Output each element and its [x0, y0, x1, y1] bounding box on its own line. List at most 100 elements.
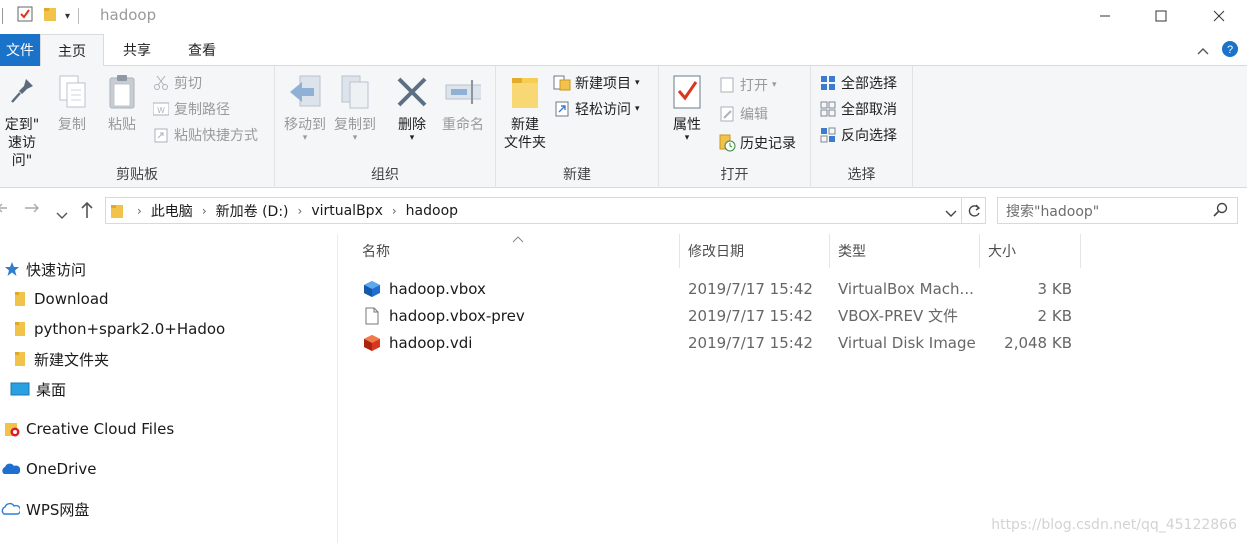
file-modified: 2019/7/17 15:42: [688, 279, 813, 298]
clipboard-group-label: 剪贴板: [116, 167, 158, 183]
move-to-button[interactable]: 移动到 ▾: [280, 72, 330, 143]
quick-access-toolbar: ▾: [2, 6, 80, 26]
new-item-button[interactable]: 新建项目 ▾: [553, 72, 640, 94]
easy-access-icon: [553, 100, 571, 118]
onedrive-cloud-icon: [0, 461, 20, 477]
history-button[interactable]: 历史记录: [718, 132, 796, 154]
easy-access-button[interactable]: 轻松访问 ▾: [553, 98, 640, 120]
tab-home[interactable]: 主页: [40, 34, 104, 67]
select-none-button[interactable]: 全部取消: [819, 98, 897, 120]
sidebar-item-quick-access[interactable]: 快速访问: [4, 257, 86, 281]
open-button[interactable]: 打开 ▾: [718, 74, 777, 96]
watermark: https://blog.csdn.net/qq_45122866: [991, 517, 1237, 533]
search-placeholder: 搜索"hadoop": [1006, 203, 1100, 220]
breadcrumb-virtualbpx[interactable]: virtualBpx: [311, 203, 383, 219]
file-type: VirtualBox Mach...: [838, 279, 974, 298]
file-row[interactable]: hadoop.vdi 2019/7/17 15:42 Virtual Disk …: [339, 329, 1247, 356]
open-group-label: 打开: [720, 167, 749, 183]
help-icon[interactable]: ?: [1221, 40, 1239, 62]
sidebar-item-wps-drive[interactable]: WPS网盘: [0, 497, 89, 521]
breadcrumb-separator[interactable]: ›: [298, 204, 303, 218]
dropdown-arrow-icon: ▾: [635, 78, 640, 88]
new-group: 新建 文件夹 新建项目 ▾ 轻松访问 ▾ 新建: [496, 66, 659, 188]
recent-locations-chevron-icon[interactable]: [56, 205, 68, 224]
breadcrumb-drive-d[interactable]: 新加卷 (D:): [216, 201, 289, 221]
ribbon-tabs: 文件 主页 共享 查看 ?: [0, 32, 1247, 67]
ribbon: 定到" 速访问" 复制 粘贴 剪切 W 复制路径 粘贴快捷方式 剪贴板 移动到 …: [0, 66, 1247, 188]
folder-icon: [507, 72, 543, 112]
scissors-icon: [152, 74, 170, 92]
search-icon[interactable]: [1213, 202, 1229, 222]
new-folder-button[interactable]: 新建 文件夹: [500, 72, 550, 152]
dropdown-arrow-icon: ▾: [302, 133, 308, 143]
open-file-icon: [718, 76, 736, 94]
copy-path-icon: W: [152, 100, 170, 118]
delete-button[interactable]: 删除 ▾: [390, 72, 434, 143]
customize-toolbar-icon[interactable]: ▾: [65, 11, 70, 22]
dropdown-arrow-icon: ▾: [635, 104, 640, 114]
star-icon: [4, 261, 20, 277]
invert-selection-button[interactable]: 反向选择: [819, 124, 897, 146]
close-button[interactable]: [1196, 0, 1242, 32]
address-dropdown-icon[interactable]: [945, 206, 957, 222]
properties-quick-icon[interactable]: [17, 6, 33, 26]
rename-button[interactable]: 重命名: [438, 72, 488, 134]
refresh-button[interactable]: [962, 197, 986, 224]
copy-to-icon: [337, 72, 373, 112]
edit-button[interactable]: 编辑: [718, 103, 768, 125]
edit-icon: [718, 105, 736, 123]
select-all-button[interactable]: 全部选择: [819, 72, 897, 94]
paste-shortcut-icon: [152, 126, 170, 144]
breadcrumb-hadoop[interactable]: hadoop: [406, 203, 458, 219]
file-modified: 2019/7/17 15:42: [688, 333, 813, 352]
breadcrumb-separator[interactable]: ›: [202, 204, 207, 218]
copy-button[interactable]: 复制: [52, 72, 92, 134]
sidebar-item-download[interactable]: Download: [12, 287, 109, 311]
sidebar-item-python-spark[interactable]: python+spark2.0+Hadoo: [12, 317, 225, 341]
file-row[interactable]: hadoop.vbox-prev 2019/7/17 15:42 VBOX-PR…: [339, 302, 1247, 329]
breadcrumb-this-pc[interactable]: 此电脑: [151, 201, 193, 221]
sidebar-item-desktop[interactable]: 桌面: [10, 377, 66, 401]
paste-button[interactable]: 粘贴: [102, 72, 142, 134]
rename-icon: [445, 72, 481, 112]
cut-button[interactable]: 剪切: [152, 72, 202, 94]
file-row[interactable]: hadoop.vbox 2019/7/17 15:42 VirtualBox M…: [339, 275, 1247, 302]
invert-selection-icon: [819, 126, 837, 144]
navigation-pane: 快速访问 Download python+spark2.0+Hadoo 新建文件…: [0, 234, 338, 543]
column-header-type[interactable]: 类型: [830, 234, 980, 268]
new-item-icon: [553, 74, 571, 92]
dropdown-arrow-icon: ▾: [352, 133, 358, 143]
column-header-size[interactable]: 大小: [980, 234, 1081, 268]
tab-file[interactable]: 文件: [0, 34, 40, 66]
tab-view[interactable]: 查看: [170, 34, 234, 66]
file-modified: 2019/7/17 15:42: [688, 306, 813, 325]
copy-to-button[interactable]: 复制到 ▾: [330, 72, 380, 143]
column-header-name[interactable]: 名称: [354, 234, 680, 268]
sidebar-item-onedrive[interactable]: OneDrive: [0, 457, 97, 481]
tab-share[interactable]: 共享: [105, 34, 169, 66]
properties-checklist-icon: [669, 72, 705, 112]
properties-button[interactable]: 属性 ▾: [665, 72, 709, 143]
pin-icon: [4, 72, 40, 112]
back-arrow-icon[interactable]: [0, 200, 8, 219]
forward-arrow-icon[interactable]: [24, 200, 40, 219]
breadcrumb-separator[interactable]: ›: [137, 204, 142, 218]
file-size: 3 KB: [1037, 279, 1072, 298]
navigation-bar: › 此电脑 › 新加卷 (D:) › virtualBpx › hadoop 搜…: [0, 188, 1247, 234]
sidebar-item-creative-cloud[interactable]: Creative Cloud Files: [4, 417, 174, 441]
search-input[interactable]: 搜索"hadoop": [997, 197, 1238, 224]
copy-icon: [54, 72, 90, 112]
pin-quick-access-button[interactable]: 定到" 速访问": [0, 72, 46, 170]
maximize-button[interactable]: [1138, 0, 1184, 32]
breadcrumb-separator[interactable]: ›: [392, 204, 397, 218]
new-folder-quick-icon[interactable]: [43, 6, 57, 26]
column-header-modified[interactable]: 修改日期: [680, 234, 830, 268]
collapse-ribbon-icon[interactable]: [1197, 44, 1209, 59]
minimize-button[interactable]: [1082, 0, 1128, 32]
copy-path-button[interactable]: W 复制路径: [152, 98, 230, 120]
sidebar-item-new-folder[interactable]: 新建文件夹: [12, 347, 109, 371]
paste-shortcut-button[interactable]: 粘贴快捷方式: [152, 124, 258, 146]
window-title: hadoop: [100, 6, 157, 24]
up-arrow-icon[interactable]: [80, 201, 94, 223]
address-bar[interactable]: › 此电脑 › 新加卷 (D:) › virtualBpx › hadoop: [105, 197, 962, 224]
